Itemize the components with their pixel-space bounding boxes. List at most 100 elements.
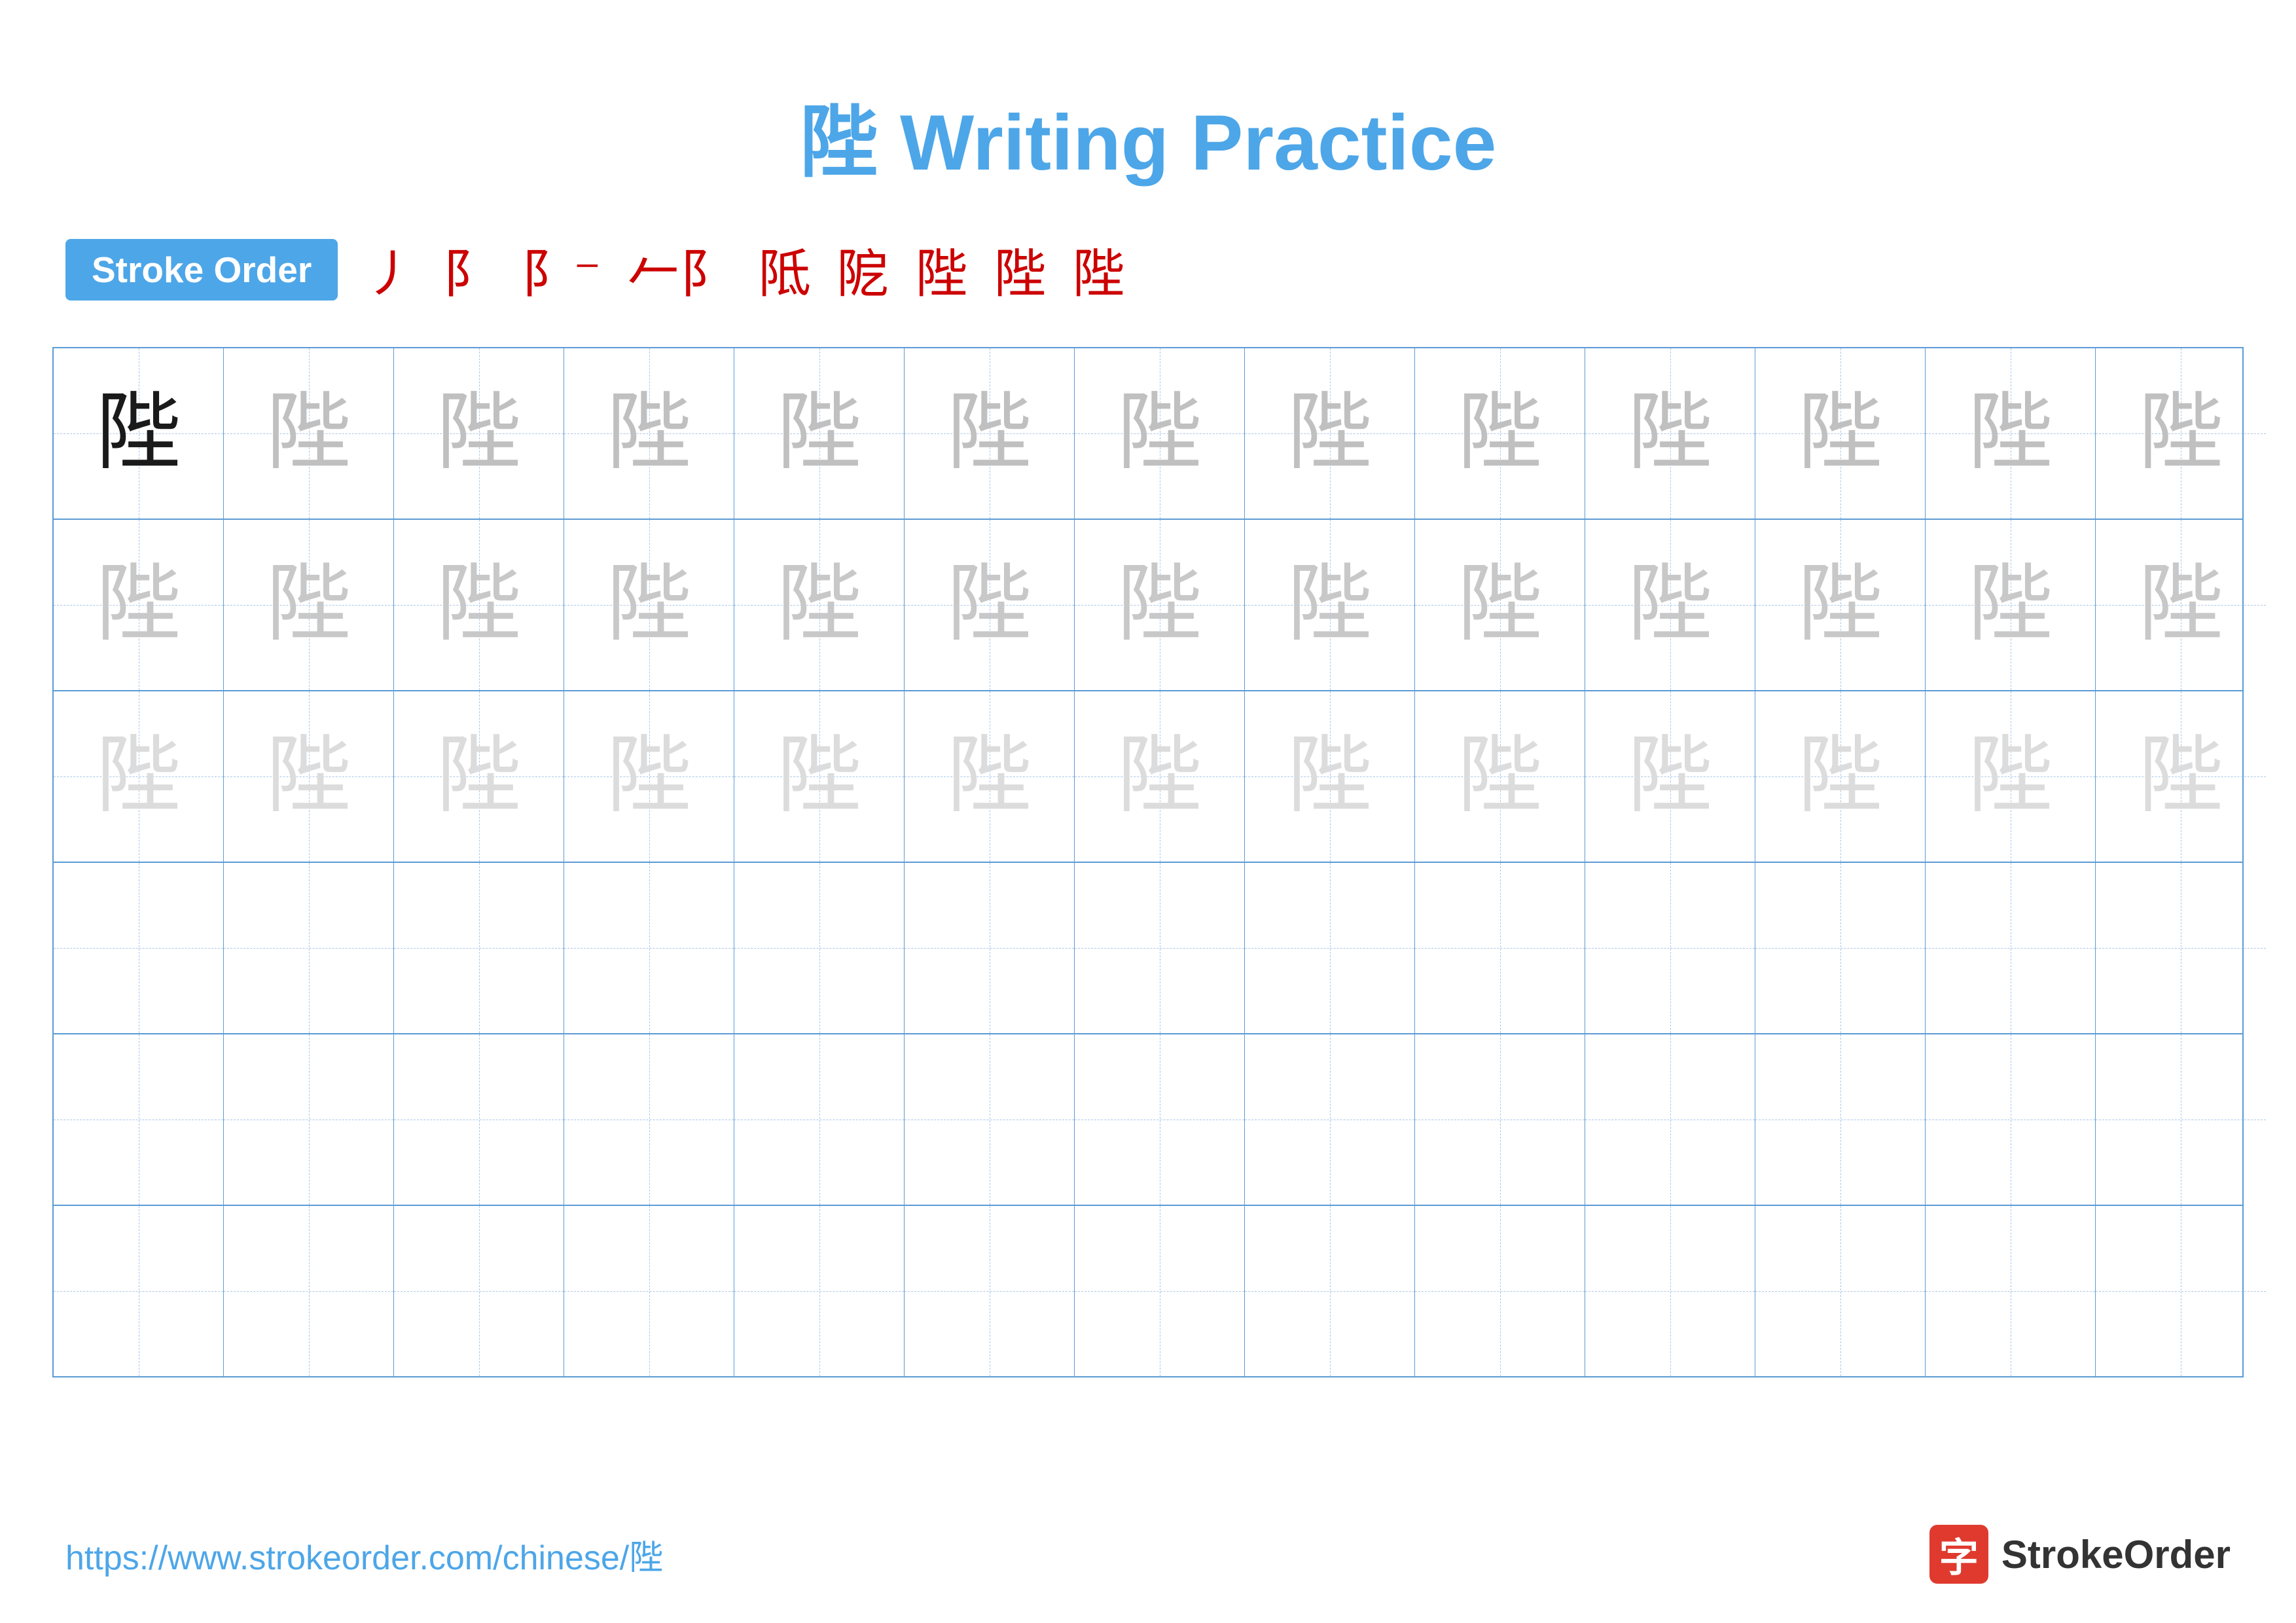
grid-row-4 xyxy=(54,863,2242,1034)
char-lighter: 陛 xyxy=(1117,734,1202,819)
grid-cell-empty[interactable] xyxy=(1585,1206,1755,1376)
grid-cell-empty[interactable] xyxy=(1245,863,1415,1033)
grid-cell-empty[interactable] xyxy=(1755,1206,1926,1376)
grid-cell-empty[interactable] xyxy=(394,1034,564,1205)
grid-cell-empty[interactable] xyxy=(54,863,224,1033)
grid-cell[interactable]: 陛 xyxy=(1585,348,1755,519)
stroke-step-3: 阝⁻ xyxy=(521,232,601,308)
grid-cell-empty[interactable] xyxy=(224,1206,394,1376)
grid-cell[interactable]: 陛 xyxy=(2096,348,2266,519)
char-light: 陛 xyxy=(606,562,691,647)
grid-cell[interactable]: 陛 xyxy=(564,520,734,690)
grid-cell-empty[interactable] xyxy=(394,1206,564,1376)
grid-cell-empty[interactable] xyxy=(2096,863,2266,1033)
grid-row-5 xyxy=(54,1034,2242,1206)
grid-cell-empty[interactable] xyxy=(734,1206,905,1376)
grid-cell[interactable]: 陛 xyxy=(1926,691,2096,862)
char-light: 陛 xyxy=(1627,562,1712,647)
grid-cell-empty[interactable] xyxy=(905,1034,1075,1205)
grid-cell-empty[interactable] xyxy=(54,1034,224,1205)
grid-cell-empty[interactable] xyxy=(1075,1206,1245,1376)
grid-cell[interactable]: 陛 xyxy=(1755,691,1926,862)
grid-cell-empty[interactable] xyxy=(394,863,564,1033)
grid-cell[interactable]: 陛 xyxy=(54,348,224,519)
grid-cell-empty[interactable] xyxy=(905,1206,1075,1376)
char-medium: 陛 xyxy=(436,391,521,476)
grid-cell[interactable]: 陛 xyxy=(1755,348,1926,519)
char-light: 陛 xyxy=(96,562,181,647)
grid-cell-empty[interactable] xyxy=(224,1034,394,1205)
grid-cell[interactable]: 陛 xyxy=(2096,691,2266,862)
grid-cell-empty[interactable] xyxy=(1415,863,1585,1033)
footer-url[interactable]: https://www.strokeorder.com/chinese/陛 xyxy=(65,1530,663,1579)
grid-cell-empty[interactable] xyxy=(1926,1034,2096,1205)
grid-cell-empty[interactable] xyxy=(905,863,1075,1033)
grid-cell[interactable]: 陛 xyxy=(564,348,734,519)
grid-cell-empty[interactable] xyxy=(564,863,734,1033)
grid-cell[interactable]: 陛 xyxy=(224,520,394,690)
grid-cell[interactable]: 陛 xyxy=(1415,691,1585,862)
grid-cell[interactable]: 陛 xyxy=(905,691,1075,862)
grid-cell[interactable]: 陛 xyxy=(1245,691,1415,862)
grid-cell[interactable]: 陛 xyxy=(1245,348,1415,519)
grid-cell[interactable]: 陛 xyxy=(1585,691,1755,862)
grid-cell-empty[interactable] xyxy=(1585,1034,1755,1205)
grid-cell-empty[interactable] xyxy=(2096,1034,2266,1205)
grid-cell[interactable]: 陛 xyxy=(1075,520,1245,690)
char-medium: 陛 xyxy=(606,391,691,476)
grid-row-1: 陛 陛 陛 陛 陛 陛 陛 陛 陛 陛 陛 陛 xyxy=(54,348,2242,520)
grid-cell-empty[interactable] xyxy=(1926,1206,2096,1376)
grid-cell-empty[interactable] xyxy=(1415,1034,1585,1205)
grid-cell[interactable]: 陛 xyxy=(905,520,1075,690)
grid-cell[interactable]: 陛 xyxy=(1415,520,1585,690)
grid-cell[interactable]: 陛 xyxy=(1415,348,1585,519)
grid-cell-empty[interactable] xyxy=(1245,1034,1415,1205)
grid-cell-empty[interactable] xyxy=(1415,1206,1585,1376)
grid-cell[interactable]: 陛 xyxy=(224,691,394,862)
char-medium: 陛 xyxy=(946,391,1031,476)
grid-cell-empty[interactable] xyxy=(564,1206,734,1376)
grid-cell[interactable]: 陛 xyxy=(734,691,905,862)
grid-cell[interactable]: 陛 xyxy=(1585,520,1755,690)
grid-cell-empty[interactable] xyxy=(1755,1034,1926,1205)
grid-row-3: 陛 陛 陛 陛 陛 陛 陛 陛 陛 陛 陛 陛 xyxy=(54,691,2242,863)
grid-cell[interactable]: 陛 xyxy=(54,520,224,690)
grid-cell-empty[interactable] xyxy=(1926,863,2096,1033)
grid-cell[interactable]: 陛 xyxy=(1926,348,2096,519)
grid-cell-empty[interactable] xyxy=(1075,863,1245,1033)
grid-cell-empty[interactable] xyxy=(1585,863,1755,1033)
grid-cell[interactable]: 陛 xyxy=(54,691,224,862)
stroke-step-9: 陛 xyxy=(1072,232,1124,308)
grid-cell-empty[interactable] xyxy=(224,863,394,1033)
grid-cell-empty[interactable] xyxy=(734,1034,905,1205)
grid-cell[interactable]: 陛 xyxy=(394,520,564,690)
grid-cell-empty[interactable] xyxy=(564,1034,734,1205)
grid-cell-empty[interactable] xyxy=(54,1206,224,1376)
grid-cell[interactable]: 陛 xyxy=(2096,520,2266,690)
grid-cell[interactable]: 陛 xyxy=(734,348,905,519)
char-light: 陛 xyxy=(1457,562,1542,647)
grid-cell[interactable]: 陛 xyxy=(1755,520,1926,690)
stroke-order-badge: Stroke Order xyxy=(65,239,338,301)
grid-cell[interactable]: 陛 xyxy=(1075,691,1245,862)
grid-cell[interactable]: 陛 xyxy=(394,691,564,862)
grid-cell[interactable]: 陛 xyxy=(905,348,1075,519)
stroke-step-8: 陛 xyxy=(994,232,1046,308)
char-medium: 陛 xyxy=(1797,391,1882,476)
grid-cell[interactable]: 陛 xyxy=(734,520,905,690)
stroke-step-2: 阝 xyxy=(442,232,495,308)
grid-cell[interactable]: 陛 xyxy=(1926,520,2096,690)
grid-cell-empty[interactable] xyxy=(734,863,905,1033)
char-lighter: 陛 xyxy=(1627,734,1712,819)
grid-cell[interactable]: 陛 xyxy=(1245,520,1415,690)
grid-cell-empty[interactable] xyxy=(1755,863,1926,1033)
grid-cell[interactable]: 陛 xyxy=(224,348,394,519)
grid-cell[interactable]: 陛 xyxy=(564,691,734,862)
grid-cell[interactable]: 陛 xyxy=(1075,348,1245,519)
grid-cell-empty[interactable] xyxy=(2096,1206,2266,1376)
grid-cell[interactable]: 陛 xyxy=(394,348,564,519)
char-medium: 陛 xyxy=(2138,391,2223,476)
grid-cell-empty[interactable] xyxy=(1245,1206,1415,1376)
char-light: 陛 xyxy=(776,562,861,647)
grid-cell-empty[interactable] xyxy=(1075,1034,1245,1205)
